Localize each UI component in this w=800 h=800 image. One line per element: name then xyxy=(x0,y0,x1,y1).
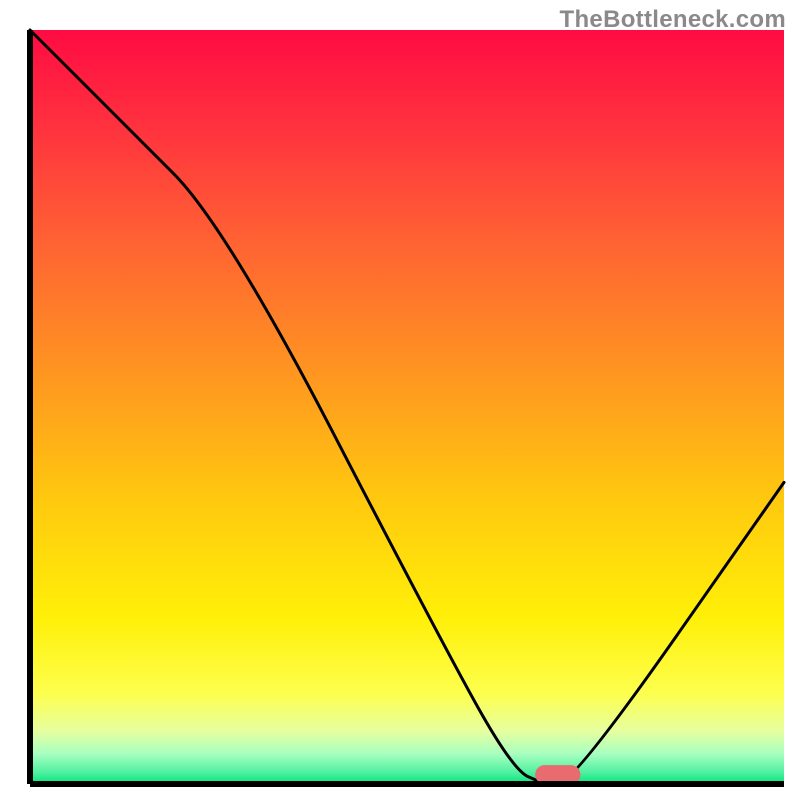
chart-container: TheBottleneck.com xyxy=(0,0,800,800)
watermark-text: TheBottleneck.com xyxy=(560,6,786,34)
bottleneck-chart xyxy=(0,0,800,800)
